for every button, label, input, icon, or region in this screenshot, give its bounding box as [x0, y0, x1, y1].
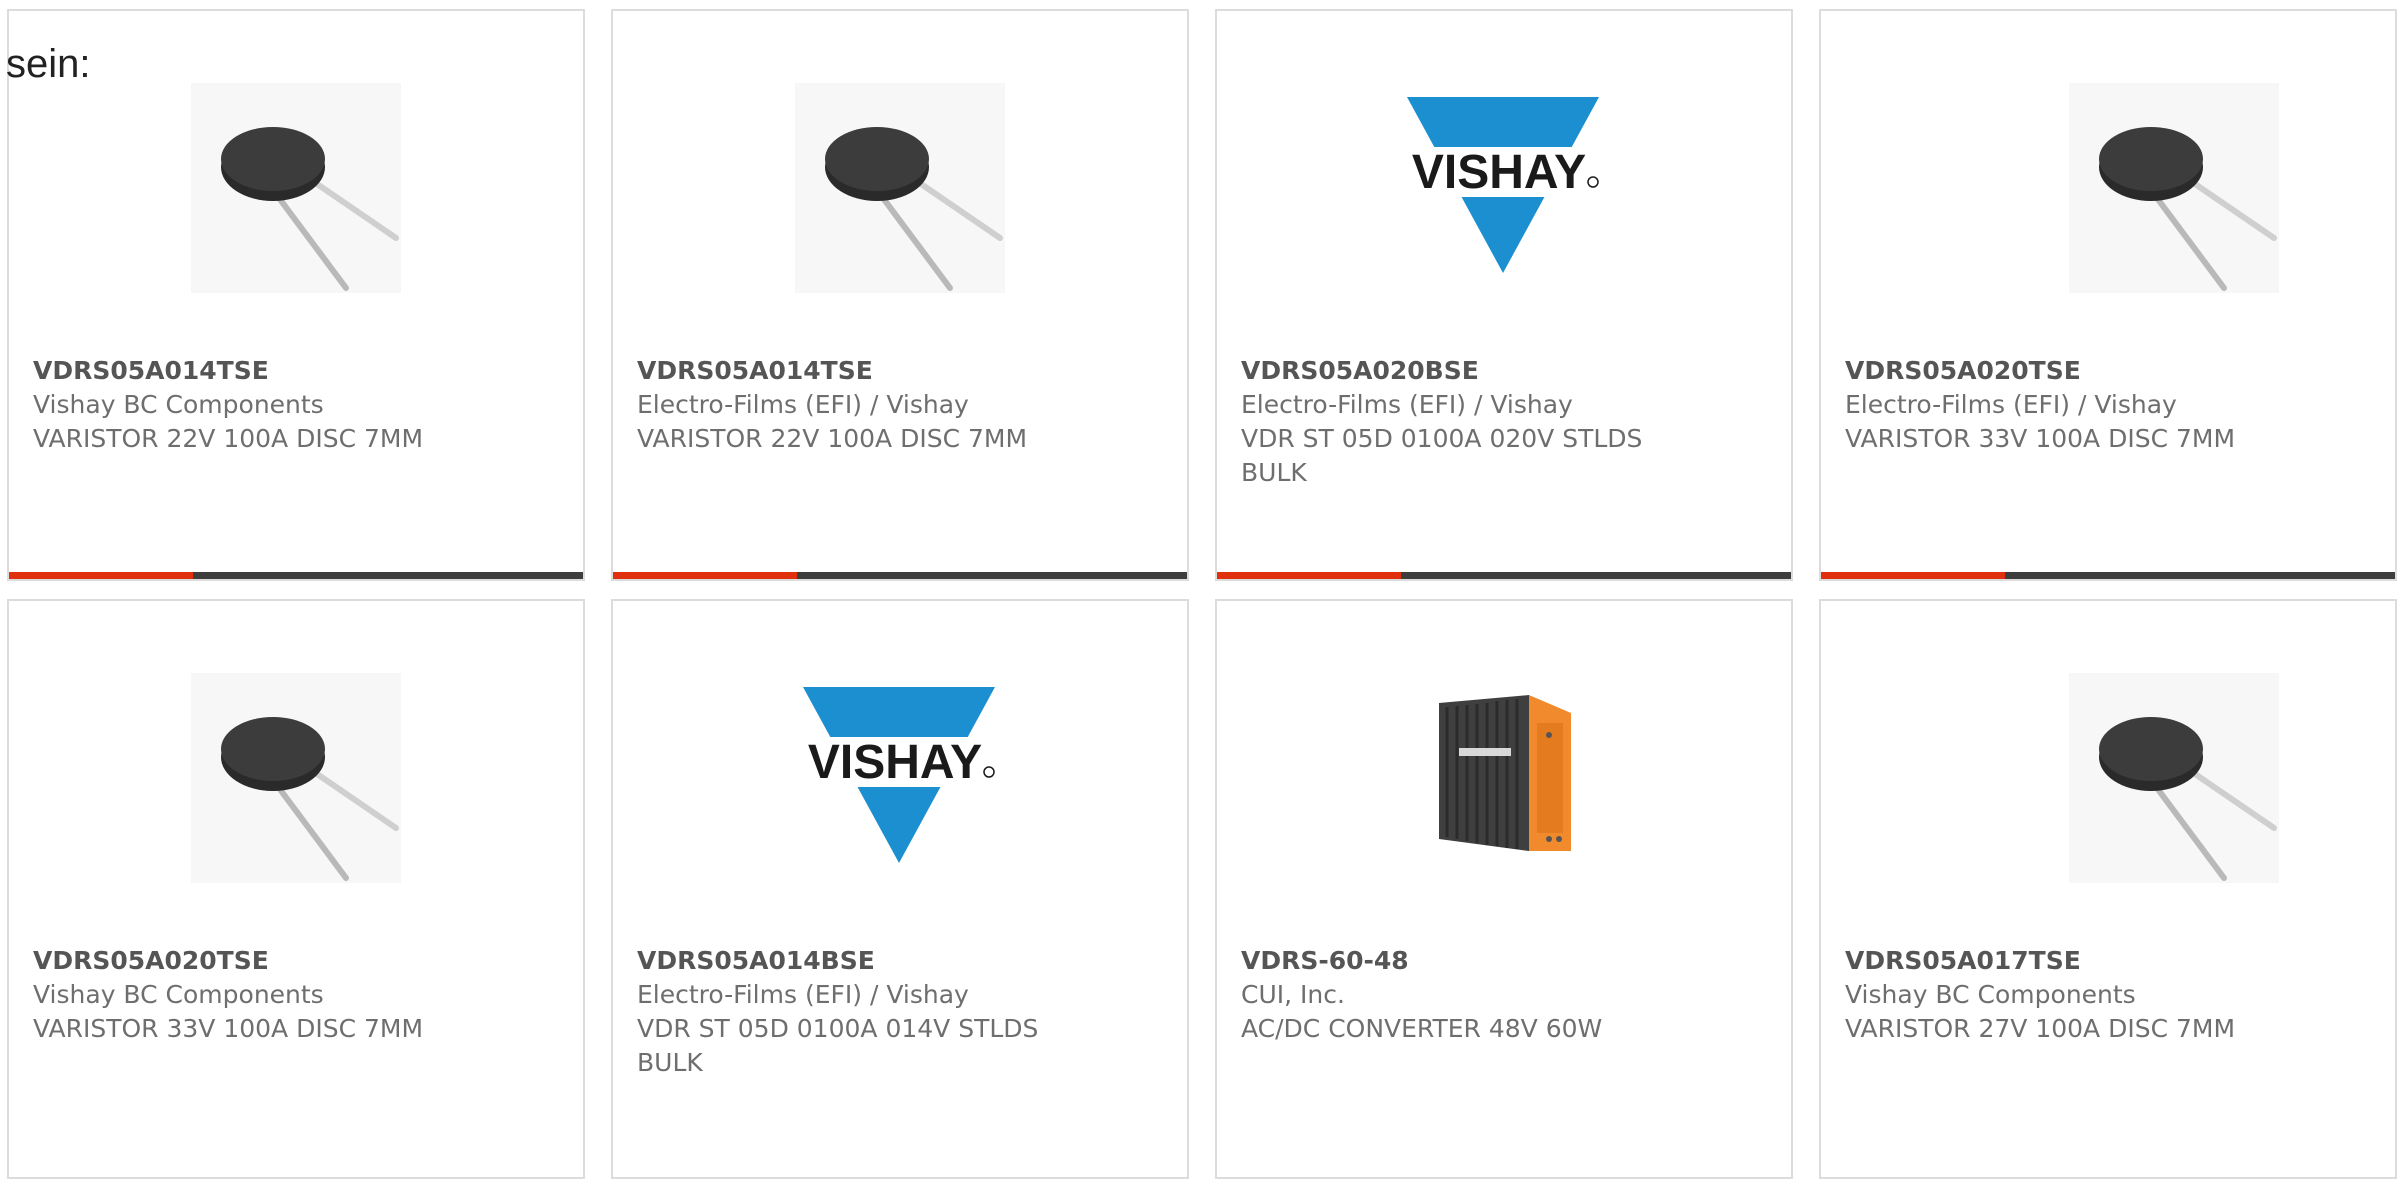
manufacturer: Electro-Films (EFI) / Vishay: [637, 980, 969, 1009]
product-card[interactable]: VDRS05A014TSE Electro-Films (EFI) / Vish…: [611, 9, 1189, 581]
product-card[interactable]: VDRS05A020TSE Electro-Films (EFI) / Vish…: [1819, 9, 2397, 581]
product-card[interactable]: VISHAY VDRS05A014BSE Electro-Films (EFI)…: [611, 599, 1189, 1179]
disc-varistor-icon: [795, 83, 1005, 293]
hover-bar: [9, 572, 583, 579]
disc-varistor-icon: [191, 83, 401, 293]
disc-varistor-icon: [191, 673, 401, 883]
product-card[interactable]: VDRS05A014TSE Vishay BC Components VARIS…: [7, 9, 585, 581]
product-card[interactable]: VISHAY VDRS05A020BSE Electro-Films (EFI)…: [1215, 9, 1793, 581]
manufacturer: Electro-Films (EFI) / Vishay: [1845, 390, 2177, 419]
manufacturer: Vishay BC Components: [33, 980, 324, 1009]
vishay-logo-text: VISHAY: [1412, 146, 1586, 199]
vishay-logo: VISHAY: [795, 673, 1005, 883]
description: VARISTOR 33V 100A DISC 7MM: [1845, 424, 2236, 453]
hover-bar: [1217, 572, 1791, 579]
part-number[interactable]: VDRS05A017TSE: [1845, 944, 2265, 978]
manufacturer: Vishay BC Components: [1845, 980, 2136, 1009]
product-info: VDRS05A020TSE Electro-Films (EFI) / Vish…: [1845, 354, 2265, 456]
description: VARISTOR 27V 100A DISC 7MM: [1845, 1014, 2236, 1043]
product-card[interactable]: VDRS-60-48 CUI, Inc. AC/DC CONVERTER 48V…: [1215, 599, 1793, 1179]
product-info: VDRS05A014TSE Vishay BC Components VARIS…: [33, 354, 453, 456]
product-info: VDRS-60-48 CUI, Inc. AC/DC CONVERTER 48V…: [1241, 944, 1661, 1046]
disc-varistor-icon: [2069, 83, 2279, 293]
part-number[interactable]: VDRS-60-48: [1241, 944, 1661, 978]
part-number[interactable]: VDRS05A020BSE: [1241, 354, 1661, 388]
description: VARISTOR 22V 100A DISC 7MM: [637, 424, 1028, 453]
hover-bar: [613, 572, 1187, 579]
product-card[interactable]: VDRS05A020TSE Vishay BC Components VARIS…: [7, 599, 585, 1179]
part-number[interactable]: VDRS05A020TSE: [33, 944, 453, 978]
vishay-logo: VISHAY: [1399, 83, 1609, 293]
description: VDR ST 05D 0100A 020V STLDS: [1241, 424, 1643, 453]
manufacturer: Electro-Films (EFI) / Vishay: [1241, 390, 1573, 419]
hover-bar: [1821, 572, 2395, 579]
intro-text: sein:: [6, 42, 91, 86]
din-rail-power-supply-icon: [1399, 673, 1609, 883]
description: VDR ST 05D 0100A 014V STLDS: [637, 1014, 1039, 1043]
manufacturer: Electro-Films (EFI) / Vishay: [637, 390, 969, 419]
product-info: VDRS05A020TSE Vishay BC Components VARIS…: [33, 944, 453, 1046]
description-continued: BULK: [637, 1048, 703, 1077]
description: AC/DC CONVERTER 48V 60W: [1241, 1014, 1603, 1043]
part-number[interactable]: VDRS05A014TSE: [637, 354, 1057, 388]
manufacturer: Vishay BC Components: [33, 390, 324, 419]
product-info: VDRS05A020BSE Electro-Films (EFI) / Vish…: [1241, 354, 1661, 490]
part-number[interactable]: VDRS05A020TSE: [1845, 354, 2265, 388]
product-info: VDRS05A014TSE Electro-Films (EFI) / Vish…: [637, 354, 1057, 456]
description: VARISTOR 33V 100A DISC 7MM: [33, 1014, 424, 1043]
product-info: VDRS05A014BSE Electro-Films (EFI) / Vish…: [637, 944, 1057, 1080]
hover-bar-accent: [1821, 572, 2005, 579]
vishay-logo-text: VISHAY: [808, 736, 982, 789]
product-info: VDRS05A017TSE Vishay BC Components VARIS…: [1845, 944, 2265, 1046]
hover-bar-accent: [613, 572, 797, 579]
part-number[interactable]: VDRS05A014BSE: [637, 944, 1057, 978]
description: VARISTOR 22V 100A DISC 7MM: [33, 424, 424, 453]
manufacturer: CUI, Inc.: [1241, 980, 1345, 1009]
disc-varistor-icon: [2069, 673, 2279, 883]
product-card[interactable]: VDRS05A017TSE Vishay BC Components VARIS…: [1819, 599, 2397, 1179]
part-number[interactable]: VDRS05A014TSE: [33, 354, 453, 388]
hover-bar-accent: [1217, 572, 1401, 579]
description-continued: BULK: [1241, 458, 1307, 487]
hover-bar-accent: [9, 572, 193, 579]
